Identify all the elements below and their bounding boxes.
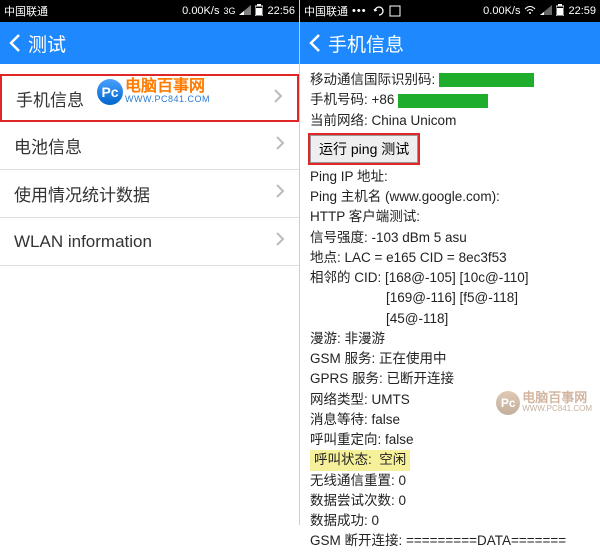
watermark-logo: Pc 电脑百事网 WWW.PC841.COM [97, 79, 210, 105]
carrier-label: 中国联通 [4, 3, 48, 19]
phone-info-body: 移动通信国际识别码: 手机号码: +86 当前网络: China Unicom … [300, 64, 600, 558]
right-screen: 中国联通 ••• 0.00K/s 22:59 手机信息 移动通信国际识 [300, 0, 600, 525]
list-item-wlan-info[interactable]: WLAN information [0, 218, 299, 266]
neighbors-row-2: [169@-116] [f5@-118] [310, 288, 590, 308]
ping-host-row: Ping 主机名 (www.google.com): [310, 187, 590, 207]
data-speed: 0.00K/s [483, 5, 520, 17]
chevron-right-icon [273, 88, 283, 109]
message-waiting-row: 消息等待: false [310, 410, 590, 430]
carrier-label: 中国联通 [304, 3, 348, 19]
gprs-service-row: GPRS 服务: 已断开连接 [310, 369, 590, 389]
list-item-label: 电池信息 [14, 133, 82, 158]
back-icon[interactable] [8, 33, 22, 53]
settings-list: 手机信息 Pc 电脑百事网 WWW.PC841.COM 电池信息 使用情况统计数… [0, 64, 299, 266]
header-right: 手机信息 [300, 22, 600, 64]
gsm-service-row: GSM 服务: 正在使用中 [310, 349, 590, 369]
wifi-icon [524, 5, 536, 18]
list-item-label: WLAN information [14, 232, 152, 252]
call-state-row: 呼叫状态: 空闲 [310, 450, 590, 470]
header-left: 测试 [0, 22, 299, 64]
network-type-label: 3G [223, 6, 235, 16]
header-title: 手机信息 [328, 30, 404, 57]
clock: 22:59 [568, 5, 596, 17]
list-item-label: 使用情况统计数据 [14, 181, 150, 206]
http-test-row: HTTP 客户端测试: [310, 207, 590, 227]
signal-icon [540, 5, 552, 18]
imei-row: 移动通信国际识别码: [310, 70, 590, 90]
redacted-bar [439, 73, 534, 87]
battery-icon [556, 4, 564, 19]
call-redirect-row: 呼叫重定向: false [310, 430, 590, 450]
list-item-battery-info[interactable]: 电池信息 [0, 122, 299, 170]
location-row: 地点: LAC = e165 CID = 8ec3f53 [310, 248, 590, 268]
notification-tray [373, 5, 401, 17]
back-icon[interactable] [308, 33, 322, 53]
left-screen: 中国联通 0.00K/s 3G 22:56 测试 手机信息 Pc 电脑百事网 [0, 0, 300, 525]
loop-icon [373, 5, 385, 17]
header-title: 测试 [28, 30, 66, 57]
ping-ip-row: Ping IP 地址: [310, 167, 590, 187]
radio-reset-row: 无线通信重置: 0 [310, 471, 590, 491]
battery-icon [255, 4, 263, 19]
status-bar-right: 中国联通 ••• 0.00K/s 22:59 [300, 0, 600, 22]
redacted-bar [398, 94, 488, 108]
gsm-disconnect-row: GSM 断开连接: =========DATA======= [310, 531, 590, 551]
signal-strength-row: 信号强度: -103 dBm 5 asu [310, 228, 590, 248]
more-icon: ••• [352, 5, 367, 17]
clock: 22:56 [267, 5, 295, 17]
chevron-right-icon [275, 135, 285, 156]
data-speed: 0.00K/s [182, 5, 219, 17]
list-item-label: 手机信息 [16, 86, 84, 111]
roaming-row: 漫游: 非漫游 [310, 329, 590, 349]
data-attempts-row: 数据尝试次数: 0 [310, 491, 590, 511]
list-item-phone-info[interactable]: 手机信息 Pc 电脑百事网 WWW.PC841.COM [0, 74, 299, 122]
phone-number-row: 手机号码: +86 [310, 90, 590, 110]
chevron-right-icon [275, 183, 285, 204]
current-network-row: 当前网络: China Unicom [310, 111, 590, 131]
status-bar-left: 中国联通 0.00K/s 3G 22:56 [0, 0, 299, 22]
run-ping-test-button[interactable]: 运行 ping 测试 [310, 135, 418, 163]
network-type-row: 网络类型: UMTS [310, 390, 590, 410]
data-success-row: 数据成功: 0 [310, 511, 590, 531]
chevron-right-icon [275, 231, 285, 252]
neighbors-row-3: [45@-118] [310, 309, 590, 329]
signal-icon [239, 5, 251, 18]
neighbors-row: 相邻的 CID: [168@-105] [10c@-110] [310, 268, 590, 288]
list-item-usage-stats[interactable]: 使用情况统计数据 [0, 170, 299, 218]
square-icon [389, 5, 401, 17]
